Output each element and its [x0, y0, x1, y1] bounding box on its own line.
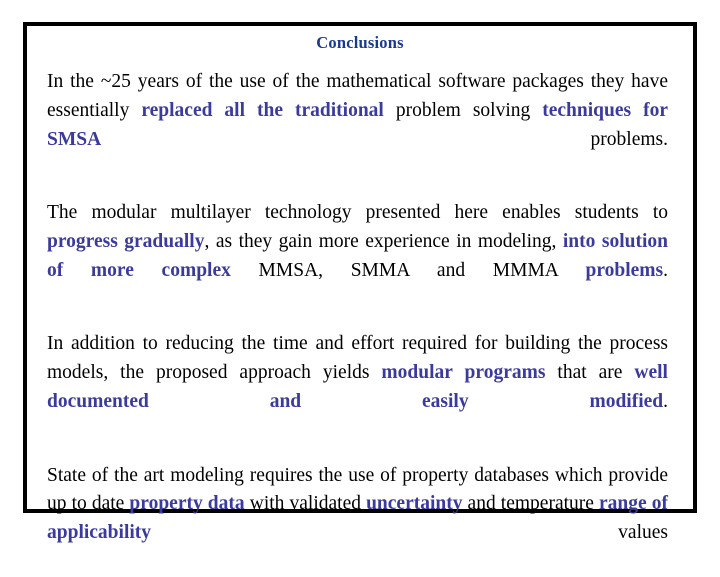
highlighted-phrase: replaced all the traditional	[141, 99, 384, 121]
body-text-run: problems.	[101, 128, 668, 150]
paragraph-2: The modular multilayer technology presen…	[47, 199, 668, 314]
slide-body-text: In the ~25 years of the use of the mathe…	[47, 68, 668, 577]
body-text-run: and temperature	[462, 493, 600, 515]
body-text-run: .	[663, 390, 668, 412]
highlighted-phrase: property data	[129, 493, 245, 515]
paragraph-1: In the ~25 years of the use of the mathe…	[47, 68, 668, 183]
highlighted-phrase: progress gradually	[47, 230, 205, 252]
body-text-run: The modular multilayer technology presen…	[47, 202, 668, 224]
highlighted-phrase: modular programs	[381, 362, 546, 384]
paragraph-3: In addition to reducing the time and eff…	[47, 330, 668, 445]
body-text-run: that are	[545, 362, 635, 384]
paragraph-4: State of the art modeling requires the u…	[47, 462, 668, 577]
body-text-run: , as they gain more experience in modeli…	[204, 230, 563, 252]
body-text-run: with validated	[244, 493, 367, 515]
highlighted-phrase: uncertainty	[366, 493, 463, 515]
body-text-run: values	[151, 522, 668, 544]
presentation-slide: Conclusions In the ~25 years of the use …	[0, 0, 720, 543]
page-title: Conclusions	[316, 33, 404, 52]
body-text-run: .	[663, 259, 668, 281]
body-text-run: MMSA, SMMA and MMMA	[230, 259, 586, 281]
highlighted-phrase: problems	[585, 259, 664, 281]
body-text-run: problem solving	[383, 99, 543, 121]
